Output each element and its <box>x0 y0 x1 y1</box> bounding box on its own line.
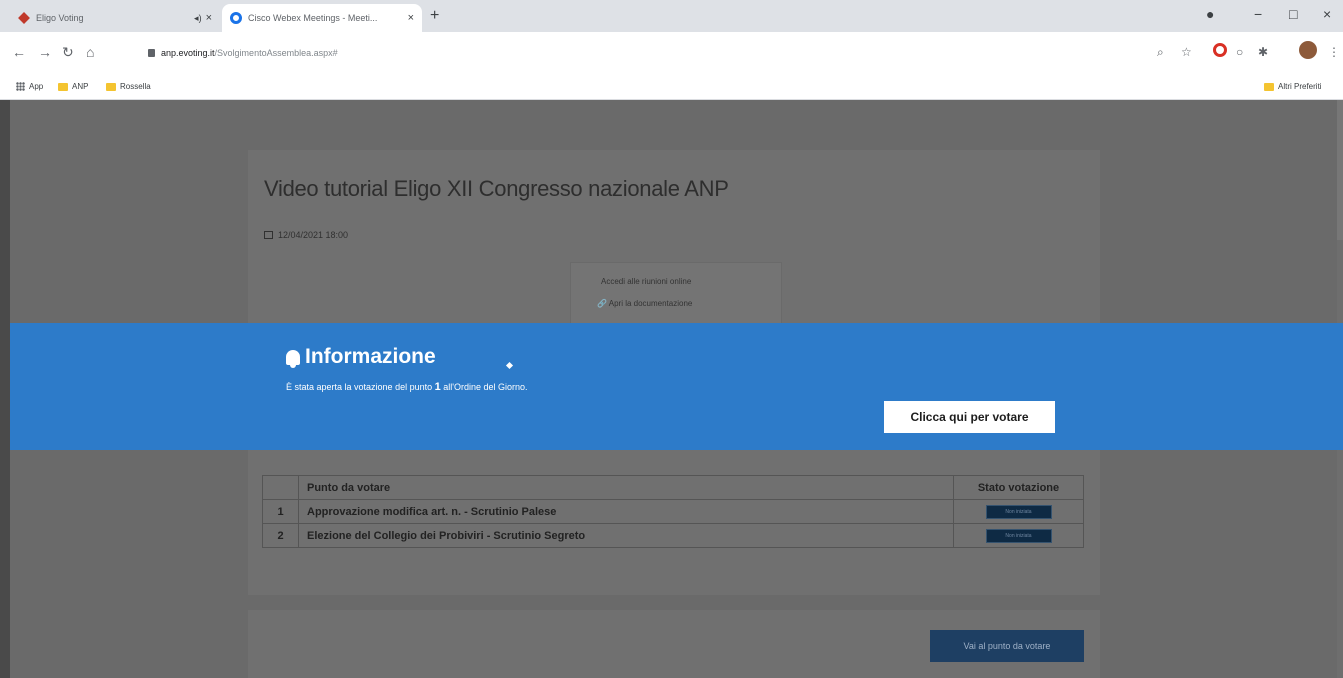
status-badge: Non iniziata <box>985 529 1052 543</box>
meeting-links-box: Accedi alle riunioni online 🔗 Apri la do… <box>570 262 782 324</box>
minimize-icon[interactable]: − <box>1254 6 1262 22</box>
scrollbar-thumb[interactable] <box>1337 100 1343 240</box>
folder-icon <box>106 82 116 91</box>
extensions-puzzle-icon[interactable]: ✱ <box>1258 45 1268 59</box>
info-notification-banner: Informazione È stata aperta la votazione… <box>10 323 1343 450</box>
extension-icon[interactable]: ○ <box>1236 45 1243 59</box>
col-header-item: Punto da votare <box>298 475 954 500</box>
profile-dot-icon[interactable]: ● <box>1206 6 1214 22</box>
forward-icon[interactable]: → <box>38 44 52 60</box>
banner-message: È stata aperta la votazione del punto 1 … <box>286 381 528 393</box>
bookmark-star-icon[interactable]: ☆ <box>1181 45 1192 59</box>
address-bar[interactable]: anp.evoting.it /SvolgimentoAssemblea.asp… <box>138 40 1198 66</box>
bookmark-label: App <box>29 82 44 91</box>
bookmark-other-folder[interactable]: Altri Preferiti <box>1264 82 1322 91</box>
bookmark-label: Rossella <box>120 82 151 91</box>
zoom-icon[interactable]: ⌕ <box>1157 45 1164 60</box>
lock-icon <box>148 49 155 57</box>
menu-icon[interactable]: ⋮ <box>1328 45 1340 59</box>
banner-text-after: all'Ordine del Giorno. <box>440 382 528 392</box>
new-tab-icon[interactable]: + <box>430 7 439 25</box>
maximize-icon[interactable]: □ <box>1289 6 1297 22</box>
bell-icon <box>286 349 300 368</box>
table-row: 2 Elezione del Collegio dei Probiviri - … <box>262 523 1084 548</box>
webex-favicon-icon <box>230 12 242 24</box>
bookmark-folder-rossella[interactable]: Rossella <box>106 82 151 91</box>
opera-extension-icon[interactable] <box>1213 43 1227 57</box>
folder-icon <box>58 82 68 91</box>
close-window-icon[interactable]: × <box>1323 6 1331 22</box>
browser-tab-eligo[interactable]: Eligo Voting ◂) × <box>10 4 220 32</box>
left-edge <box>0 100 10 678</box>
banner-title-text: Informazione <box>305 345 436 368</box>
row-status: Non iniziata <box>953 499 1084 524</box>
close-tab-icon[interactable]: × <box>206 12 212 24</box>
date-text: 12/04/2021 18:00 <box>278 230 349 240</box>
page-title: Video tutorial Eligo XII Congresso nazio… <box>264 176 729 201</box>
folder-icon <box>1264 82 1274 91</box>
bookmarks-bar: App ANP Rossella Altri Preferiti <box>0 74 1343 100</box>
back-icon[interactable]: ← <box>12 44 26 60</box>
reload-icon[interactable]: ↻ <box>62 44 74 61</box>
goto-vote-item-button[interactable]: Vai al punto da votare <box>930 630 1084 662</box>
tab-title: Eligo Voting <box>36 13 84 23</box>
voting-items-table: Punto da votare Stato votazione 1 Approv… <box>262 475 1084 548</box>
row-number: 2 <box>262 523 299 548</box>
calendar-icon <box>264 231 273 239</box>
eligo-favicon-icon <box>18 12 30 24</box>
url-path: /SvolgimentoAssemblea.aspx# <box>214 48 338 58</box>
vote-now-button[interactable]: Clicca qui per votare <box>884 401 1055 433</box>
join-online-link[interactable]: Accedi alle riunioni online <box>601 277 691 286</box>
bookmark-label: ANP <box>72 82 89 91</box>
col-header-num <box>262 475 299 500</box>
banner-text-before: È stata aperta la votazione del punto <box>286 382 435 392</box>
col-header-status: Stato votazione <box>953 475 1084 500</box>
home-icon[interactable]: ⌂ <box>86 44 94 60</box>
profile-avatar[interactable] <box>1299 41 1317 59</box>
banner-title: Informazione <box>286 345 436 369</box>
row-number: 1 <box>262 499 299 524</box>
meeting-date: 12/04/2021 18:00 <box>264 230 348 240</box>
mouse-cursor-icon <box>505 361 514 370</box>
tab-title: Cisco Webex Meetings - Meeti... <box>248 13 378 23</box>
browser-tab-webex[interactable]: Cisco Webex Meetings - Meeti... × <box>222 4 422 32</box>
apps-grid-icon <box>16 82 25 91</box>
row-status: Non iniziata <box>953 523 1084 548</box>
browser-toolbar: ← → ↻ ⌂ anp.evoting.it /SvolgimentoAssem… <box>0 32 1343 74</box>
open-docs-link[interactable]: 🔗 Apri la documentazione <box>597 299 692 308</box>
url-host: anp.evoting.it <box>161 48 215 58</box>
bookmark-folder-anp[interactable]: ANP <box>58 82 88 91</box>
bookmark-apps[interactable]: App <box>16 82 43 91</box>
bookmark-label: Altri Preferiti <box>1278 82 1322 91</box>
status-badge: Non iniziata <box>985 505 1052 519</box>
row-item-label: Elezione del Collegio dei Probiviri - Sc… <box>298 523 954 548</box>
close-tab-icon[interactable]: × <box>408 12 414 24</box>
goto-card: Vai al punto da votare <box>248 610 1100 678</box>
table-header-row: Punto da votare Stato votazione <box>262 475 1084 500</box>
row-item-label: Approvazione modifica art. n. - Scrutini… <box>298 499 954 524</box>
tab-audio-icon[interactable]: ◂) <box>194 13 202 24</box>
table-row: 1 Approvazione modifica art. n. - Scruti… <box>262 499 1084 524</box>
open-docs-label: Apri la documentazione <box>608 299 693 308</box>
browser-tab-strip: Eligo Voting ◂) × Cisco Webex Meetings -… <box>0 0 1343 32</box>
